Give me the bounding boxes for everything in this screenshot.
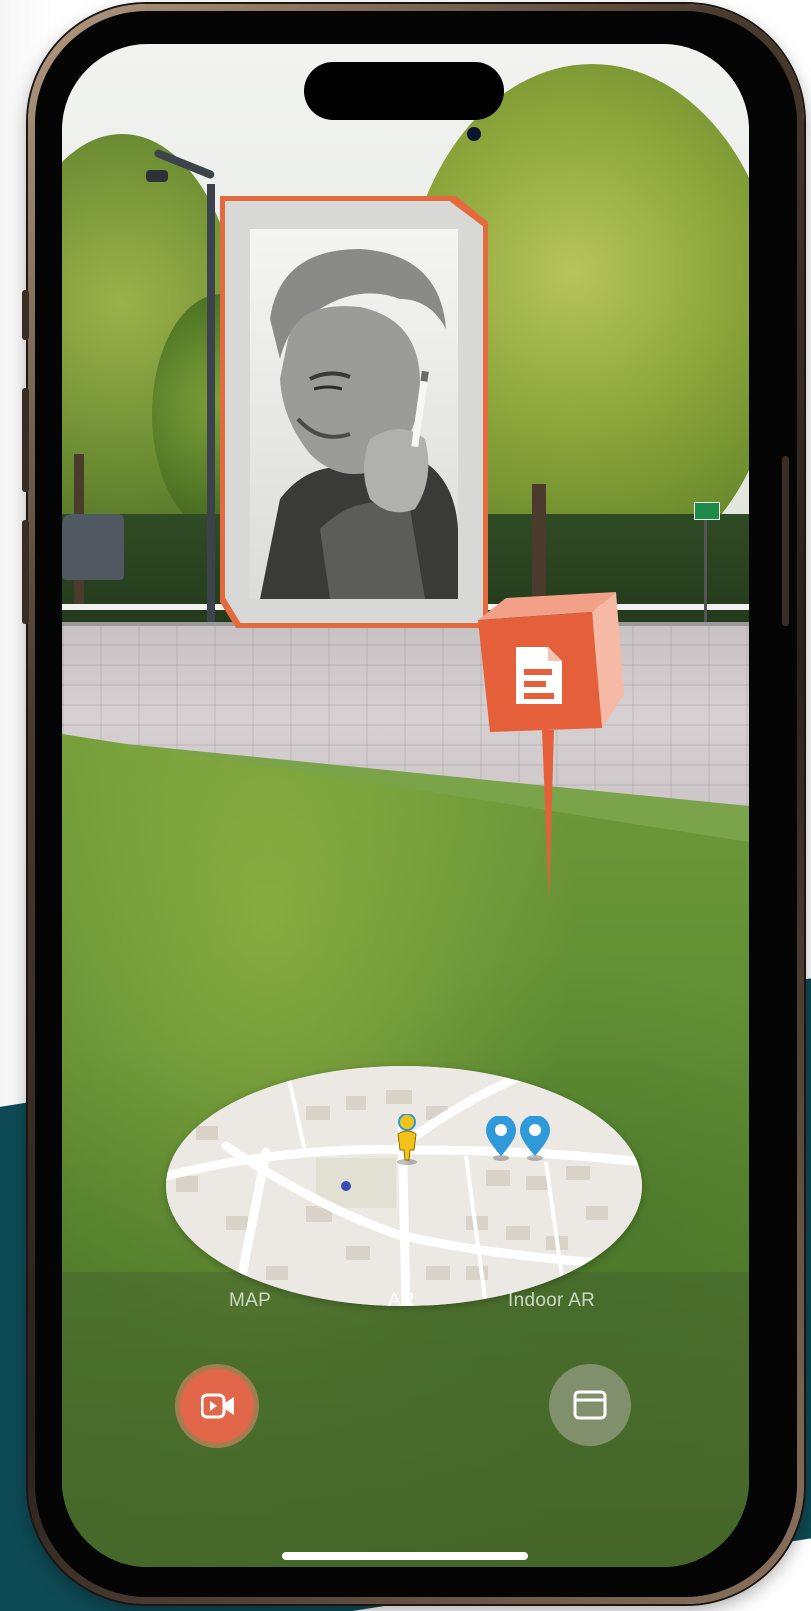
person-icon — [397, 1114, 417, 1165]
record-video-button[interactable] — [180, 1369, 254, 1443]
dynamic-island — [304, 62, 504, 120]
page: MAP AR Indoor AR — [0, 0, 811, 1611]
document-icon — [516, 647, 562, 704]
home-indicator[interactable] — [282, 1552, 528, 1560]
mode-tab-bar: MAP AR Indoor AR — [62, 1290, 749, 1318]
minimap-streets — [166, 1066, 642, 1306]
video-camera-icon — [201, 1393, 234, 1419]
ar-poi-cube — [478, 592, 624, 902]
ar-minimap[interactable] — [166, 1066, 642, 1306]
camera-parked-car — [62, 514, 124, 580]
app-screen: MAP AR Indoor AR — [62, 44, 749, 1567]
camera-lamp-post — [207, 184, 215, 644]
camera-lamp-head — [146, 170, 168, 182]
tab-ar[interactable]: AR — [388, 1290, 415, 1312]
phone-action-button — [22, 290, 29, 340]
front-camera — [467, 127, 481, 141]
ar-poi-pin[interactable] — [478, 592, 628, 912]
camera-street-sign — [694, 502, 720, 520]
phone-volume-up-button — [22, 388, 29, 492]
location-pin-icon[interactable] — [518, 1116, 552, 1162]
phone-volume-down-button — [22, 520, 29, 624]
camera-sign-pole — [704, 518, 707, 638]
portrait-illustration — [250, 229, 458, 599]
phone-power-button — [782, 456, 789, 626]
open-panel-button[interactable] — [549, 1364, 631, 1446]
window-icon — [573, 1390, 607, 1420]
tab-indoor-ar[interactable]: Indoor AR — [508, 1290, 595, 1312]
tab-map[interactable]: MAP — [229, 1290, 271, 1312]
location-pin-icon[interactable] — [484, 1116, 518, 1162]
ar-portrait-photo — [250, 229, 458, 599]
